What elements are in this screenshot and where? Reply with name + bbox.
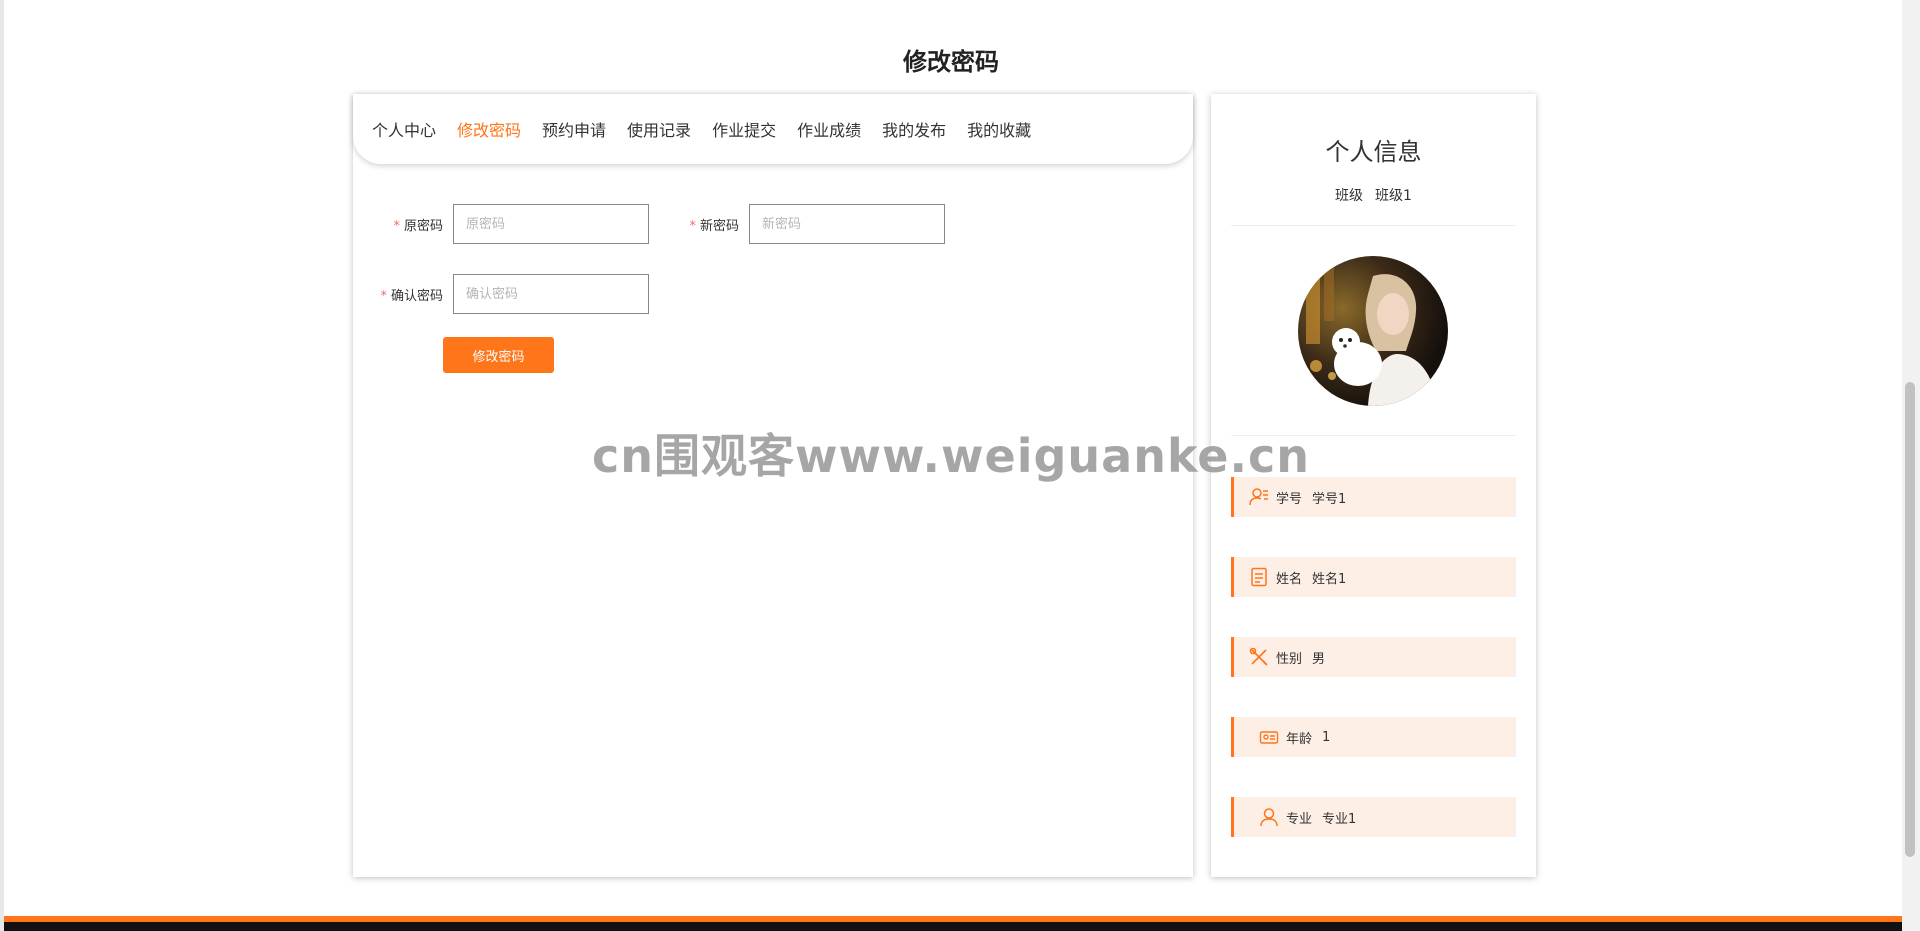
required-mark: * xyxy=(380,288,387,304)
divider xyxy=(1231,435,1516,436)
info-name: 姓名 姓名1 xyxy=(1231,557,1516,597)
tab-my-posts[interactable]: 我的发布 xyxy=(882,117,946,141)
scrollbar-thumb[interactable] xyxy=(1905,382,1915,857)
info-value: 学号1 xyxy=(1312,491,1347,507)
info-value: 男 xyxy=(1312,651,1326,667)
new-password-row: * 新密码 xyxy=(649,204,945,244)
info-label: 专业 xyxy=(1286,811,1313,827)
info-age: 年龄 1 xyxy=(1231,717,1516,757)
footer xyxy=(4,922,1902,931)
old-password-label-text: 原密码 xyxy=(403,218,443,234)
person-icon xyxy=(1258,806,1280,828)
new-password-label-text: 新密码 xyxy=(699,218,739,234)
avatar-photo-icon xyxy=(1298,256,1448,406)
info-label: 年龄 xyxy=(1286,731,1313,747)
profile-title: 个人信息 xyxy=(1325,138,1422,166)
class-label: 班级 xyxy=(1335,188,1364,204)
required-mark: * xyxy=(393,218,400,234)
change-password-button[interactable]: 修改密码 xyxy=(443,337,554,373)
info-value: 姓名1 xyxy=(1312,571,1347,587)
new-password-input[interactable] xyxy=(749,204,945,244)
class-value: 班级1 xyxy=(1375,188,1412,204)
user-center-tabs: 个人中心 修改密码 预约申请 使用记录 作业提交 作业成绩 我的发布 我的收藏 xyxy=(353,94,1193,164)
profile-panel: 个人信息 班级 班级1 学号 学号1 姓名 姓名1 性别 男 年龄 1 专业 专… xyxy=(1211,94,1536,877)
old-password-label: * 原密码 xyxy=(353,215,453,234)
info-major: 专业 专业1 xyxy=(1231,797,1516,837)
info-label: 性别 xyxy=(1276,651,1303,667)
profile-class: 班级 班级1 xyxy=(1211,185,1536,205)
info-student-id: 学号 学号1 xyxy=(1231,477,1516,517)
old-password-row: * 原密码 xyxy=(353,204,649,244)
confirm-password-input[interactable] xyxy=(453,274,649,314)
new-password-label: * 新密码 xyxy=(649,215,749,234)
old-password-input[interactable] xyxy=(453,204,649,244)
confirm-password-label: * 确认密码 xyxy=(353,285,453,304)
info-gender: 性别 男 xyxy=(1231,637,1516,677)
info-label: 学号 xyxy=(1276,491,1303,507)
tab-my-favorites[interactable]: 我的收藏 xyxy=(967,117,1031,141)
password-panel: 个人中心 修改密码 预约申请 使用记录 作业提交 作业成绩 我的发布 我的收藏 … xyxy=(353,94,1193,877)
avatar xyxy=(1298,256,1448,406)
tab-usage-records[interactable]: 使用记录 xyxy=(627,117,691,141)
confirm-password-label-text: 确认密码 xyxy=(390,288,443,304)
page-title: 修改密码 xyxy=(903,48,999,76)
tools-icon xyxy=(1248,646,1270,668)
confirm-password-row: * 确认密码 xyxy=(353,274,649,314)
info-value: 1 xyxy=(1322,729,1331,745)
info-value: 专业1 xyxy=(1322,811,1357,827)
tab-homework-submit[interactable]: 作业提交 xyxy=(712,117,776,141)
tab-homework-grades[interactable]: 作业成绩 xyxy=(797,117,861,141)
tab-change-password[interactable]: 修改密码 xyxy=(457,117,521,141)
info-label: 姓名 xyxy=(1276,571,1303,587)
divider xyxy=(1231,225,1516,226)
user-id-icon xyxy=(1248,486,1270,508)
id-card-icon xyxy=(1258,726,1280,748)
document-icon xyxy=(1248,566,1270,588)
required-mark: * xyxy=(689,218,696,234)
tab-reservation[interactable]: 预约申请 xyxy=(542,117,606,141)
tab-personal-center[interactable]: 个人中心 xyxy=(372,117,436,141)
